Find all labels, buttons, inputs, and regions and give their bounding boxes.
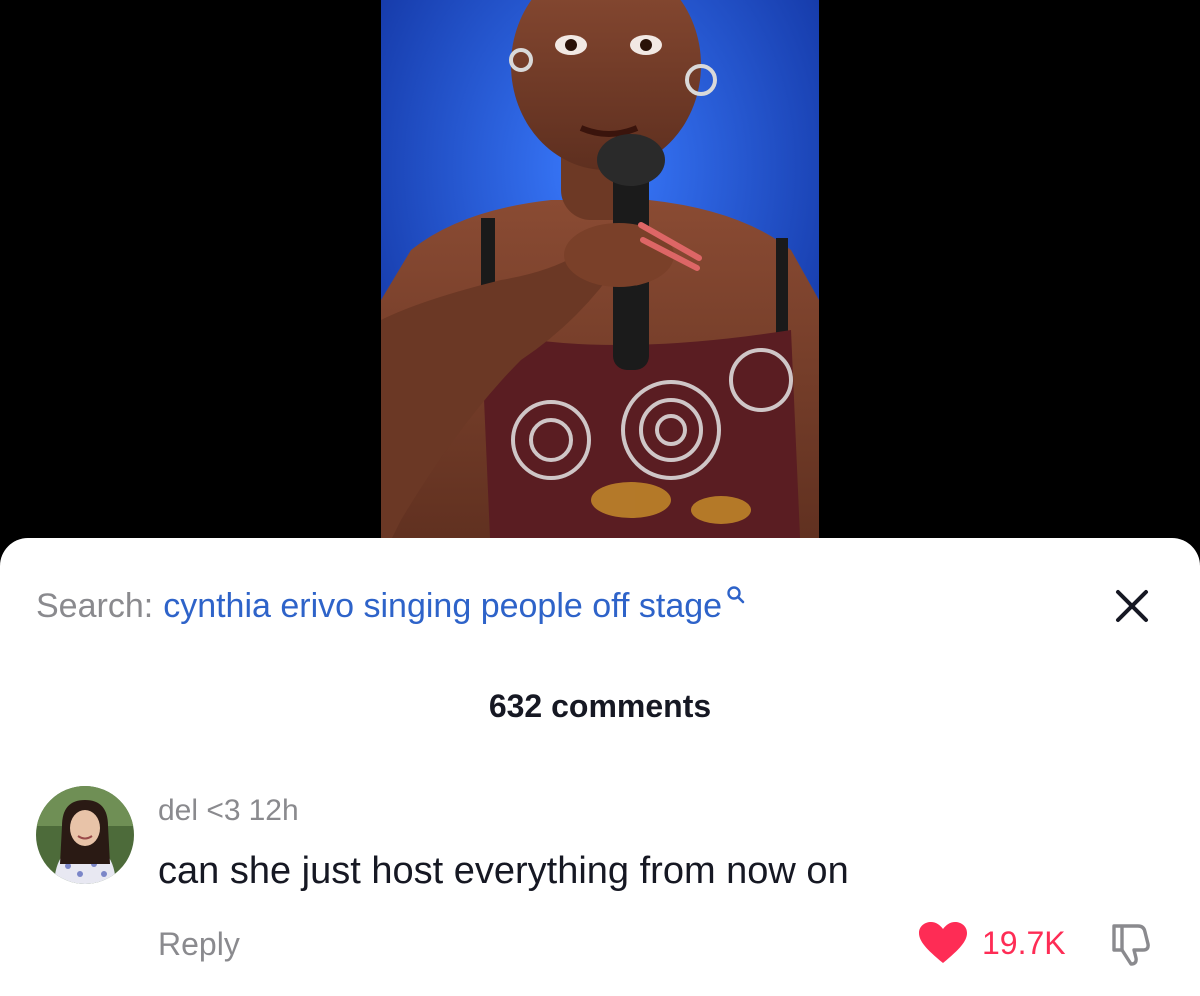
like-button[interactable]: 19.7K: [918, 920, 1066, 966]
search-suggestion[interactable]: Search: cynthia erivo singing people off…: [36, 585, 1164, 626]
search-prefix: Search:: [36, 586, 154, 625]
comment-meta: del <3 12h: [158, 794, 299, 828]
video-still: [381, 0, 819, 560]
close-icon: [1116, 590, 1148, 622]
heart-icon: [919, 922, 967, 963]
search-query-link[interactable]: cynthia erivo singing people off stage: [163, 587, 722, 626]
thumbs-down-icon: [1112, 924, 1150, 966]
like-count: 19.7K: [982, 924, 1066, 961]
search-icon[interactable]: [726, 575, 746, 614]
comment-time: 12h: [248, 794, 299, 827]
comment-count: 632 comments: [488, 688, 712, 724]
video-frame[interactable]: [381, 0, 819, 560]
comment-text: can she just host everything from now on: [158, 850, 849, 892]
close-button[interactable]: [1110, 584, 1154, 628]
dislike-button[interactable]: [1108, 920, 1154, 966]
comment-item: del <3 12h can she just host everything f…: [36, 786, 1164, 976]
comments-sheet: Search: cynthia erivo singing people off…: [0, 538, 1200, 996]
comment-username[interactable]: del <3: [158, 794, 241, 827]
reply-button[interactable]: Reply: [158, 926, 240, 963]
video-player[interactable]: [0, 0, 1200, 600]
avatar[interactable]: [36, 786, 134, 884]
